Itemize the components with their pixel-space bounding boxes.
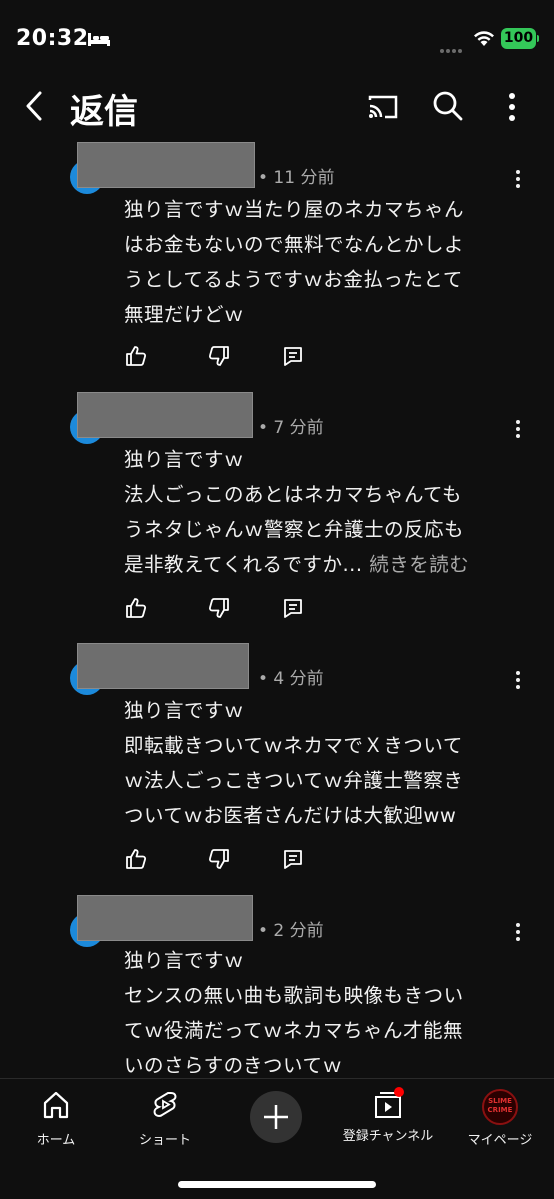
page-title: 返信: [70, 92, 138, 132]
comment-time: • 2 分前: [258, 921, 324, 941]
plus-icon: [264, 1105, 288, 1129]
comment-actions: [124, 847, 324, 873]
comment-text: 独り言ですｗ当たり屋のネカマちゃん はお金もないので無料でなんとかしよ うとして…: [124, 198, 465, 326]
back-arrow-icon[interactable]: [20, 88, 50, 124]
comment-more-icon[interactable]: [509, 921, 527, 945]
reply-icon[interactable]: [281, 344, 305, 368]
reply-icon[interactable]: [281, 596, 305, 620]
app-header: 返信: [0, 72, 554, 142]
redacted-author-name[interactable]: [77, 643, 249, 689]
cellular-signal-icon: [440, 38, 464, 57]
nav-shorts-label: ショート: [138, 1133, 191, 1148]
dislike-icon[interactable]: [207, 344, 231, 368]
home-indicator[interactable]: [178, 1181, 376, 1188]
nav-subscriptions-label: 登録チャンネル: [342, 1129, 434, 1144]
redacted-author-name[interactable]: [77, 895, 253, 941]
status-time: 20:32: [16, 26, 89, 51]
status-bar: 20:32 100: [0, 0, 554, 72]
like-icon[interactable]: [124, 847, 148, 871]
reply-icon[interactable]: [281, 847, 305, 871]
nav-you-label: マイページ: [467, 1133, 533, 1148]
more-options-icon[interactable]: [500, 90, 524, 124]
dislike-icon[interactable]: [207, 847, 231, 871]
battery-indicator: 100: [501, 28, 536, 49]
read-more-link[interactable]: 続きを読む: [363, 553, 470, 576]
comment-more-icon[interactable]: [509, 168, 527, 192]
comment-text: 独り言ですｗ 即転載きついてｗネカマでＸきついて ｗ法人ごっこきついてｗ弁護士警…: [124, 699, 464, 827]
shorts-icon: [153, 1092, 177, 1118]
profile-avatar: SLIME CRIME: [482, 1089, 518, 1125]
profile-avatar-text: SLIME CRIME: [487, 1097, 513, 1114]
dislike-icon[interactable]: [207, 596, 231, 620]
nav-you[interactable]: SLIME CRIME マイページ: [462, 1089, 538, 1148]
search-icon[interactable]: [432, 90, 464, 122]
home-icon: [43, 1091, 69, 1119]
nav-home[interactable]: ホーム: [34, 1089, 78, 1148]
cast-icon[interactable]: [366, 92, 400, 122]
redacted-author-name[interactable]: [77, 142, 255, 188]
redacted-author-name[interactable]: [77, 392, 253, 438]
notification-dot: [394, 1087, 404, 1097]
like-icon[interactable]: [124, 344, 148, 368]
create-button[interactable]: [250, 1091, 302, 1143]
comment-actions: [124, 344, 324, 370]
sleep-mode-icon: [88, 33, 110, 46]
comment-text: 独り言ですｗ 法人ごっこのあとはネカマちゃんても うネタじゃんｗ警察と弁護士の反…: [124, 448, 470, 576]
nav-subscriptions[interactable]: 登録チャンネル: [340, 1087, 436, 1144]
comment-actions: [124, 596, 324, 622]
comment-time: • 4 分前: [258, 669, 324, 689]
comment-more-icon[interactable]: [509, 418, 527, 442]
like-icon[interactable]: [124, 596, 148, 620]
comment-time: • 7 分前: [258, 418, 324, 438]
wifi-icon: [474, 31, 494, 46]
nav-shorts[interactable]: ショート: [135, 1089, 195, 1148]
comment-more-icon[interactable]: [509, 669, 527, 693]
battery-tip: [537, 35, 539, 42]
nav-home-label: ホーム: [36, 1133, 76, 1148]
comment-text: 独り言ですｗ センスの無い曲も歌詞も映像もきつい てｗ役満だってｗネカマちゃん才…: [124, 949, 464, 1077]
comment-time: • 11 分前: [258, 168, 335, 188]
